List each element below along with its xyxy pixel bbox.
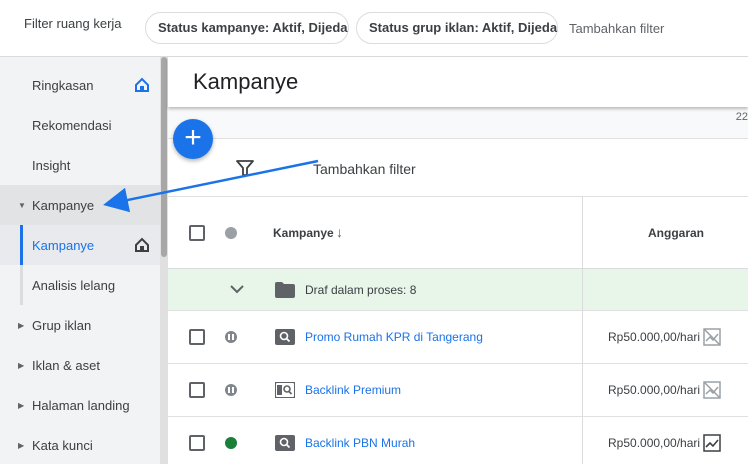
add-workspace-filter-button[interactable]: Tambahkan filter <box>569 21 664 36</box>
table-row[interactable]: Backlink PBN Murah Rp50.000,00/hari <box>168 417 748 464</box>
sidebar-item-label: Iklan & aset <box>32 357 100 373</box>
campaign-name-link[interactable]: Backlink Premium <box>305 383 401 397</box>
caret-down-icon: ▼ <box>18 200 26 210</box>
caret-right-icon: ▶ <box>18 400 25 410</box>
filter-chip-campaign-status[interactable]: Status kampanye: Aktif, Dijeda <box>145 12 349 44</box>
filter-icon[interactable] <box>236 159 254 177</box>
sidebar-item-label: Rekomendasi <box>32 117 112 133</box>
campaign-budget[interactable]: Rp50.000,00/hari <box>608 383 700 397</box>
stats-strip: 22 <box>168 107 748 139</box>
sidebar-item-label: Grup iklan <box>32 317 92 333</box>
chart-disabled-icon[interactable] <box>703 381 721 399</box>
sidebar-item-label: Kata kunci <box>32 437 93 453</box>
filter-chip-adgroup-status[interactable]: Status grup iklan: Aktif, Dijeda <box>356 12 558 44</box>
caret-right-icon: ▶ <box>18 360 25 370</box>
sidebar-item-grup-iklan[interactable]: ▶ Grup iklan <box>0 305 160 345</box>
status-column-icon <box>225 227 237 239</box>
column-divider <box>582 311 583 364</box>
page-title: Kampanye <box>193 69 299 94</box>
sidebar-item-iklan-aset[interactable]: ▶ Iklan & aset <box>0 345 160 385</box>
column-header-budget[interactable]: Anggaran <box>648 226 704 240</box>
sidebar-item-label: Kampanye <box>32 197 95 213</box>
column-header-campaign[interactable]: Kampanye <box>273 226 334 240</box>
sidebar-item-kata-kunci[interactable]: ▶ Kata kunci <box>0 425 160 464</box>
workspace-filter-bar: Filter ruang kerja Status kampanye: Akti… <box>0 0 748 57</box>
workspace-filter-label: Filter ruang kerja <box>24 16 122 31</box>
caret-right-icon: ▶ <box>18 320 25 330</box>
paused-status-icon[interactable] <box>225 384 237 396</box>
sidebar-item-analisis-lelang[interactable]: Analisis lelang <box>0 265 160 305</box>
sidebar-item-rekomendasi[interactable]: Rekomendasi <box>0 105 160 145</box>
chart-disabled-icon[interactable] <box>703 328 721 346</box>
draft-group-row[interactable]: Draf dalam proses: 8 <box>168 269 748 311</box>
table-row[interactable]: Backlink Premium Rp50.000,00/hari <box>168 364 748 417</box>
search-campaign-icon <box>275 329 295 345</box>
sidebar-item-label: Ringkasan <box>32 77 94 93</box>
sidebar-item-insight[interactable]: Insight <box>0 145 160 185</box>
stats-value: 22 <box>735 111 748 123</box>
sidebar-item-ringkasan[interactable]: Ringkasan <box>0 65 160 105</box>
sidebar-nav: Ringkasan Rekomendasi Insight ▼ Kampanye… <box>0 57 168 464</box>
campaign-name-link[interactable]: Promo Rumah KPR di Tangerang <box>305 330 483 344</box>
folder-icon <box>275 282 295 298</box>
page-header: Kampanye <box>168 57 748 107</box>
add-campaign-button[interactable]: + <box>173 119 213 159</box>
add-table-filter-button[interactable]: Tambahkan filter <box>313 161 416 177</box>
table-filter-row: Tambahkan filter <box>168 140 748 197</box>
table-header: Kampanye ↓ Anggaran <box>168 197 748 269</box>
row-checkbox[interactable] <box>189 329 205 345</box>
home-icon <box>135 77 149 92</box>
sidebar-item-label: Kampanye <box>32 237 95 253</box>
campaign-budget[interactable]: Rp50.000,00/hari <box>608 330 700 344</box>
sidebar-item-label: Halaman landing <box>32 397 130 413</box>
select-all-checkbox[interactable] <box>189 225 205 241</box>
row-checkbox[interactable] <box>189 382 205 398</box>
campaign-budget[interactable]: Rp50.000,00/hari <box>608 436 700 450</box>
sort-down-arrow-icon[interactable]: ↓ <box>336 224 343 240</box>
table-row[interactable]: Promo Rumah KPR di Tangerang Rp50.000,00… <box>168 311 748 364</box>
draft-group-label: Draf dalam proses: 8 <box>305 283 417 297</box>
campaign-name-link[interactable]: Backlink PBN Murah <box>305 436 415 450</box>
home-icon <box>135 237 149 252</box>
paused-status-icon[interactable] <box>225 331 237 343</box>
search-partner-campaign-icon <box>275 382 295 398</box>
main-content: Kampanye 22 + Tambahkan filter Kampanye … <box>168 57 748 464</box>
column-divider <box>582 417 583 464</box>
sidebar-item-label: Analisis lelang <box>32 277 116 293</box>
sidebar-scrollbar-thumb[interactable] <box>161 57 167 257</box>
search-campaign-icon <box>275 435 295 451</box>
caret-right-icon: ▶ <box>18 440 25 450</box>
chart-icon[interactable] <box>703 434 721 452</box>
chevron-down-icon[interactable] <box>228 280 246 298</box>
sidebar-item-label: Insight <box>32 157 71 173</box>
row-checkbox[interactable] <box>189 435 205 451</box>
sidebar-item-kampanye-group[interactable]: ▼ Kampanye <box>0 185 160 225</box>
sidebar-item-kampanye[interactable]: Kampanye <box>0 225 160 265</box>
active-status-icon[interactable] <box>225 437 237 449</box>
sidebar-item-halaman-landing[interactable]: ▶ Halaman landing <box>0 385 160 425</box>
column-divider <box>582 364 583 417</box>
column-divider <box>582 197 583 269</box>
column-divider <box>582 269 583 311</box>
